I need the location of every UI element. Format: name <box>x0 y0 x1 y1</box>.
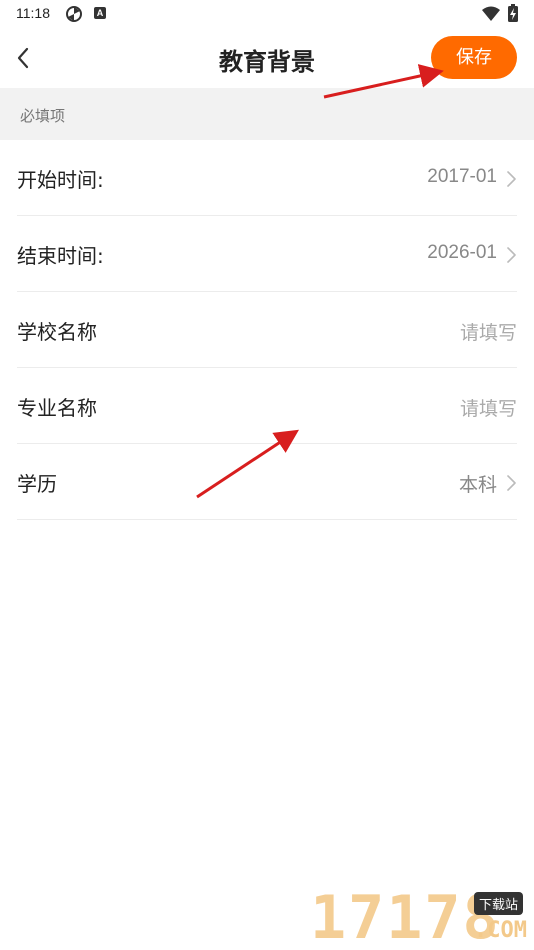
watermark-badge: 下载站 <box>474 892 524 915</box>
status-time: 11:18 <box>16 5 50 21</box>
form-row-major-name[interactable]: 专业名称 请填写 <box>17 368 517 444</box>
keyboard-icon: A <box>94 7 106 19</box>
watermark-logo: 17178 下载站 .COM <box>310 886 534 950</box>
row-label: 专业名称 <box>17 396 97 420</box>
school-name-input[interactable]: 请填写 <box>460 318 517 345</box>
form-row-start-time[interactable]: 开始时间: 2017-01 <box>17 140 517 216</box>
row-value: 2017-01 <box>427 166 497 187</box>
watermark-digits: 17178 <box>310 883 501 950</box>
chevron-right-icon <box>507 475 516 491</box>
row-value: 本科 <box>458 475 497 496</box>
row-label: 结束时间: <box>17 244 104 268</box>
form-list: 开始时间: 2017-01 结束时间: 2026-01 学校名称 请填写 专业名… <box>0 140 534 520</box>
form-row-education-level[interactable]: 学历 本科 <box>17 444 517 520</box>
form-row-end-time[interactable]: 结束时间: 2026-01 <box>17 216 517 292</box>
major-name-input[interactable]: 请填写 <box>460 394 517 421</box>
wifi-icon <box>482 6 500 21</box>
row-value: 2026-01 <box>427 242 497 263</box>
section-header-label: 必填项 <box>20 107 66 125</box>
section-header: 必填项 <box>0 88 534 140</box>
row-label: 开始时间: <box>17 168 104 192</box>
save-button[interactable]: 保存 <box>431 36 517 79</box>
pinwheel-icon <box>66 6 82 22</box>
nav-bar: 教育背景 保存 <box>0 28 534 88</box>
row-label: 学历 <box>17 472 57 496</box>
chevron-right-icon <box>507 171 516 187</box>
watermark-suffix: .COM <box>474 918 527 943</box>
battery-charging-icon <box>508 4 518 22</box>
form-row-school-name[interactable]: 学校名称 请填写 <box>17 292 517 368</box>
chevron-right-icon <box>507 247 516 263</box>
row-label: 学校名称 <box>17 320 97 344</box>
status-bar: 11:18 A <box>0 0 534 28</box>
